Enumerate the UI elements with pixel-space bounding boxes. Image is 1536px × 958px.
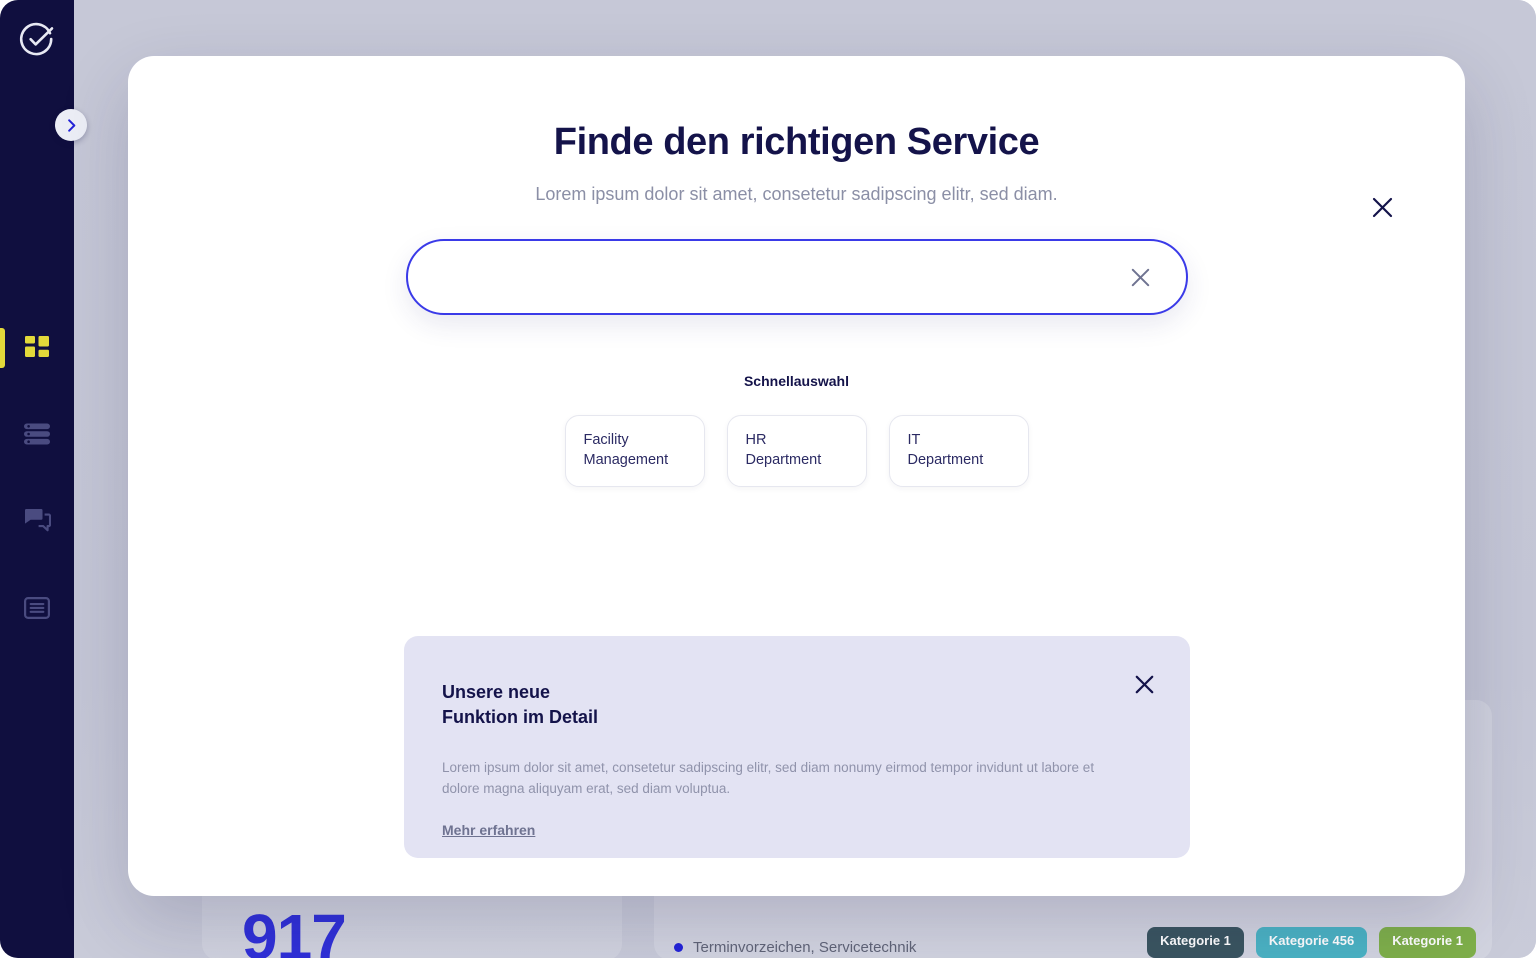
active-indicator: [0, 588, 5, 628]
search-input[interactable]: [435, 257, 1124, 297]
sidebar-item-dashboard[interactable]: [0, 320, 74, 376]
close-x-icon: [1131, 268, 1150, 286]
page-subtitle: Lorem ipsum dolor sit amet, consetetur s…: [535, 184, 1058, 204]
app-window: 917 Terminvorzeichen, Servicetechnik Kat…: [0, 0, 1536, 958]
close-x-icon: [1135, 675, 1153, 693]
search-box[interactable]: [405, 239, 1188, 315]
service-search-modal: Finde den richtigen Service Lorem ipsum …: [128, 56, 1465, 896]
quick-select-option-label: Facility Management: [583, 432, 669, 468]
banner-body-text: Lorem ipsum dolor sit amet, consetetur s…: [442, 760, 1095, 797]
feature-info-banner: Unsere neue Funktion im Detail Lorem ips…: [404, 636, 1190, 858]
list-icon: [24, 423, 50, 445]
banner-learn-more-link[interactable]: Mehr erfahren: [442, 822, 535, 838]
active-indicator: [0, 500, 5, 540]
active-indicator: [0, 328, 5, 368]
search-field-wrapper: [405, 239, 1188, 315]
background-badge-group: Kategorie 1 Kategorie 456 Kategorie 1: [1147, 927, 1476, 958]
chevron-right-icon: [67, 118, 75, 132]
modal-body: Finde den richtigen Service Lorem ipsum …: [128, 56, 1465, 487]
sidebar-expand-button[interactable]: [55, 109, 87, 141]
background-table-row: Terminvorzeichen, Servicetechnik Kategor…: [674, 918, 1476, 958]
chat-bubbles-icon: [24, 509, 51, 532]
active-indicator: [0, 414, 5, 454]
quick-select-option-label: IT Department: [907, 432, 984, 468]
sidebar: [0, 0, 87, 958]
quick-select-option-hr-department[interactable]: HR Department: [726, 415, 867, 487]
modal-close-button[interactable]: [1361, 186, 1403, 228]
banner-close-button[interactable]: [1128, 668, 1160, 700]
quick-select-label: Schnellauswahl: [743, 373, 850, 389]
grid-dashboard-icon: [25, 336, 49, 357]
status-badge: Kategorie 1: [1147, 927, 1244, 958]
quick-select-option-it-department[interactable]: IT Department: [888, 415, 1029, 487]
circle-check-logo-icon: [19, 22, 54, 56]
background-kpi-value: 917: [242, 901, 347, 958]
quick-select-option-label: HR Department: [745, 432, 822, 468]
sidebar-item-messages[interactable]: [0, 492, 74, 548]
sidebar-item-list[interactable]: [0, 406, 74, 462]
page-title: Finde den richtigen Service: [553, 121, 1040, 163]
article-document-icon: [24, 597, 50, 619]
status-badge: Kategorie 456: [1255, 927, 1368, 958]
sidebar-item-documents[interactable]: [0, 580, 74, 636]
status-dot-icon: [674, 943, 683, 952]
background-row-label: Terminvorzeichen, Servicetechnik: [693, 939, 917, 956]
quick-select-list: Facility Management HR Department IT Dep…: [128, 415, 1465, 487]
quick-select-option-facility-management[interactable]: Facility Management: [564, 415, 705, 487]
close-x-icon: [1372, 197, 1392, 217]
search-clear-button[interactable]: [1124, 260, 1158, 294]
banner-title: Unsere neue Funktion im Detail: [442, 682, 599, 728]
status-badge: Kategorie 1: [1379, 927, 1476, 958]
app-logo[interactable]: [14, 16, 60, 62]
